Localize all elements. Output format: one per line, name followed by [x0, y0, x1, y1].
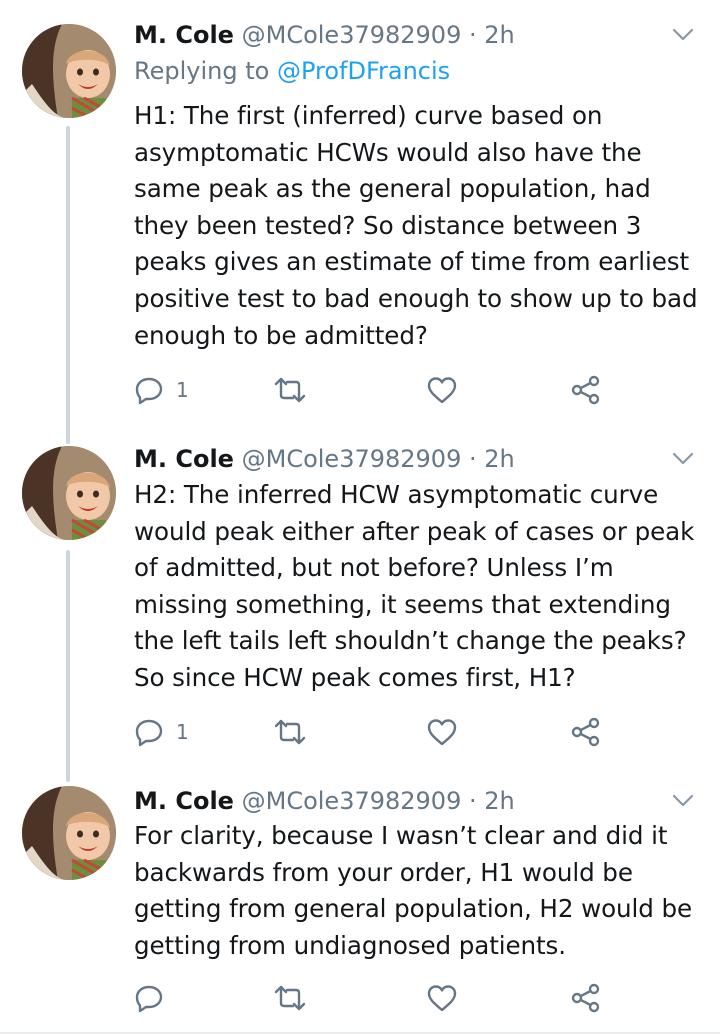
reply-icon: [135, 377, 163, 405]
chevron-down-icon[interactable]: [672, 452, 694, 466]
replying-to-label: Replying to: [134, 57, 270, 85]
share-button[interactable]: [570, 978, 602, 1018]
retweet-button[interactable]: [272, 712, 308, 752]
share-icon: [571, 717, 600, 747]
like-icon: [427, 985, 457, 1012]
share-button[interactable]: [570, 712, 602, 752]
like-icon: [427, 719, 457, 746]
user-handle[interactable]: @MCole37982909: [242, 787, 462, 815]
display-name[interactable]: M. Cole: [134, 21, 234, 49]
replying-to: Replying to @ProfDFrancis: [134, 54, 450, 88]
chevron-down-icon[interactable]: [672, 794, 694, 808]
tweet[interactable]: M. Cole @MCole37982909 · 2h For clarity,…: [0, 784, 720, 1024]
retweet-button[interactable]: [272, 370, 308, 410]
like-button[interactable]: [426, 370, 458, 410]
tweet-header: M. Cole @MCole37982909 · 2h: [134, 442, 515, 476]
tweet[interactable]: M. Cole @MCole37982909 · 2h Replying to …: [0, 18, 720, 430]
tweet[interactable]: M. Cole @MCole37982909 · 2h H2: The infe…: [0, 442, 720, 772]
reply-icon: [135, 719, 163, 747]
reply-count: 1: [176, 378, 189, 402]
timestamp[interactable]: 2h: [484, 21, 514, 49]
tweet-header: M. Cole @MCole37982909 · 2h: [134, 784, 515, 818]
reply-icon: [135, 985, 163, 1013]
reply-count: 1: [176, 720, 189, 744]
avatar[interactable]: [22, 786, 116, 880]
retweet-icon: [274, 985, 306, 1011]
tweet-actions: 1: [134, 712, 614, 752]
display-name[interactable]: M. Cole: [134, 787, 234, 815]
tweet-text: H2: The inferred HCW asymptomatic curve …: [134, 480, 695, 692]
share-icon: [571, 983, 600, 1013]
user-handle[interactable]: @MCole37982909: [242, 21, 462, 49]
like-icon: [427, 377, 457, 404]
like-button[interactable]: [426, 712, 458, 752]
share-button[interactable]: [570, 370, 602, 410]
share-icon: [571, 375, 600, 405]
timestamp[interactable]: 2h: [484, 445, 514, 473]
display-name[interactable]: M. Cole: [134, 445, 234, 473]
reply-button[interactable]: [134, 978, 164, 1018]
reply-button[interactable]: 1: [134, 370, 189, 410]
like-button[interactable]: [426, 978, 458, 1018]
retweet-button[interactable]: [272, 978, 308, 1018]
chevron-down-icon[interactable]: [672, 28, 694, 42]
retweet-icon: [274, 719, 306, 745]
tweet-actions: [134, 978, 614, 1018]
tweet-text: For clarity, because I wasn’t clear and …: [134, 821, 693, 960]
separator-dot: ·: [469, 787, 477, 815]
tweet-actions: 1: [134, 370, 614, 410]
avatar[interactable]: [22, 446, 116, 540]
retweet-icon: [274, 377, 306, 403]
avatar[interactable]: [22, 24, 116, 118]
separator-dot: ·: [469, 21, 477, 49]
reply-button[interactable]: 1: [134, 712, 189, 752]
mention-link[interactable]: @ProfDFrancis: [277, 57, 450, 85]
tweet-text: H1: The first (inferred) curve based on …: [134, 101, 698, 350]
separator-dot: ·: [469, 445, 477, 473]
tweet-header: M. Cole @MCole37982909 · 2h: [134, 18, 515, 52]
timestamp[interactable]: 2h: [484, 787, 514, 815]
user-handle[interactable]: @MCole37982909: [242, 445, 462, 473]
